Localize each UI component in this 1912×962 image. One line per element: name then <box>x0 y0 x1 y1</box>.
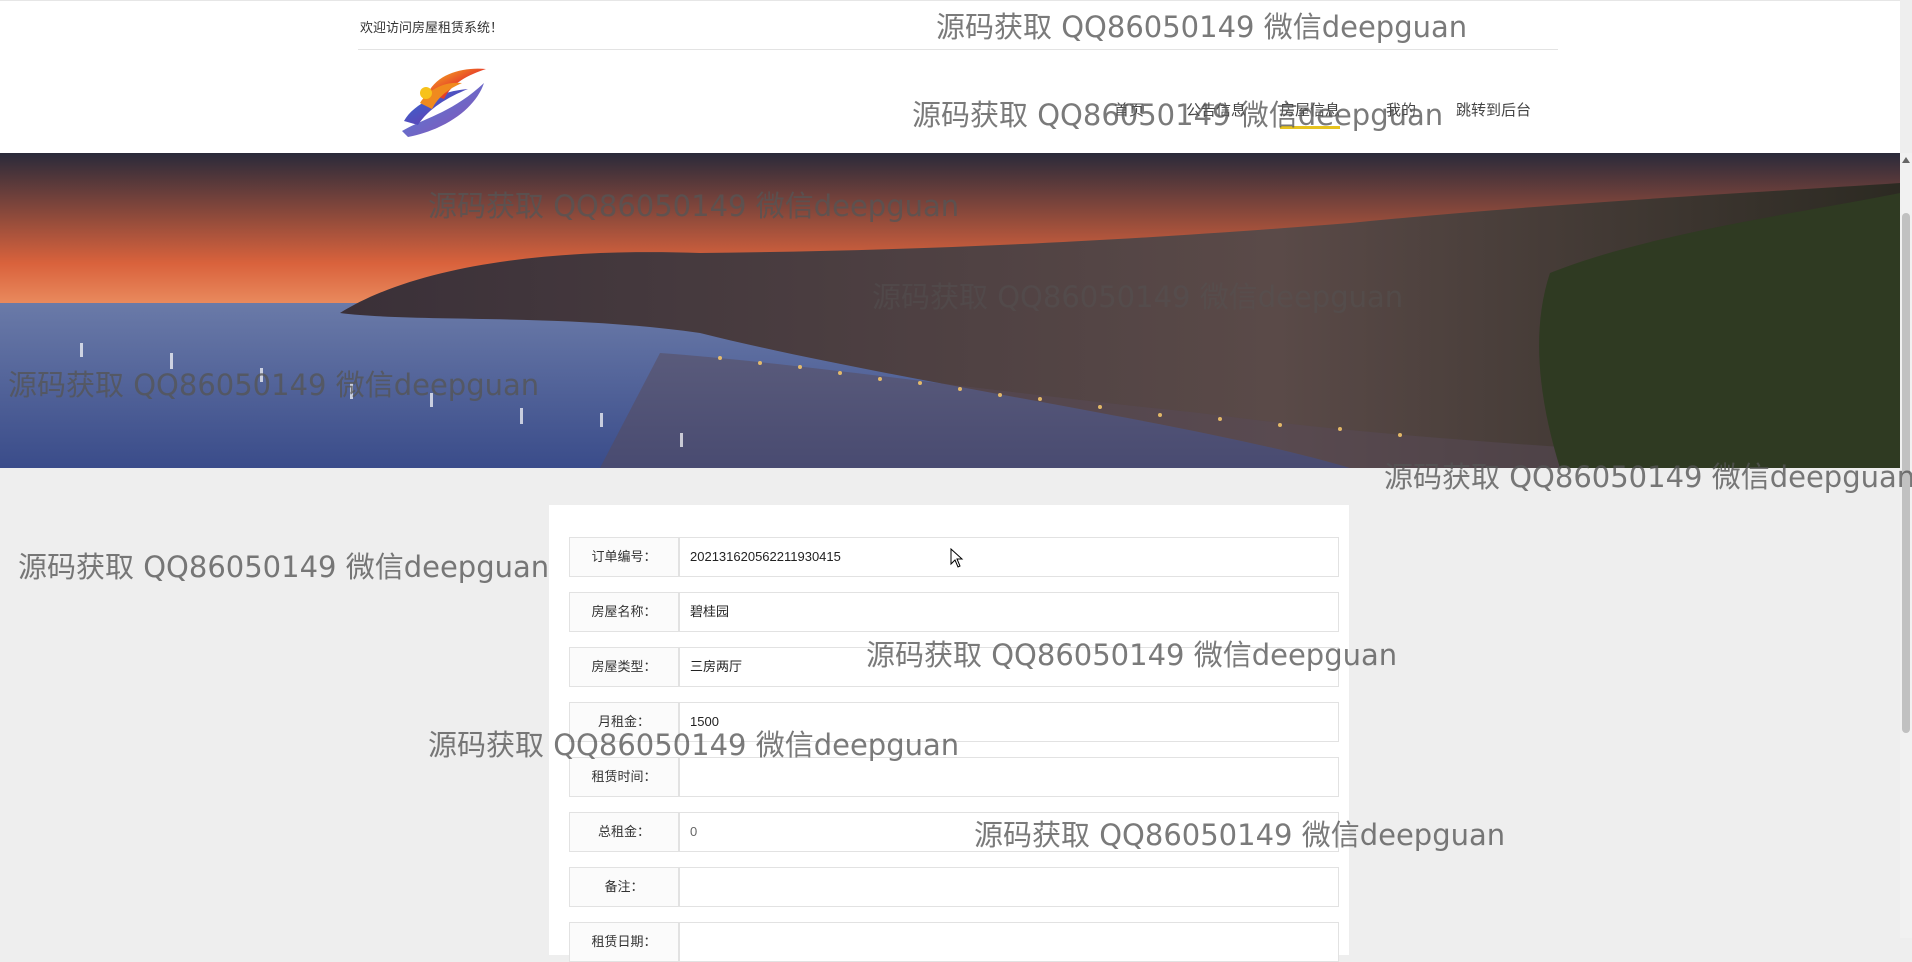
mouse-cursor-icon <box>950 548 964 568</box>
nav-home[interactable]: 首页 <box>1114 99 1144 126</box>
house-name-field[interactable]: 碧桂园 <box>679 592 1339 632</box>
rent-duration-field[interactable] <box>679 757 1339 797</box>
banner-image <box>0 153 1900 468</box>
nav-houses[interactable]: 房屋信息 <box>1280 99 1341 129</box>
welcome-text: 欢迎访问房屋租赁系统！ <box>360 20 504 35</box>
form-row-total-rent: 总租金： 0 <box>569 812 1339 852</box>
house-name-label: 房屋名称： <box>569 592 679 632</box>
watermark: 源码获取 QQ86050149 微信deepguan <box>18 550 550 584</box>
order-no-field[interactable]: 202131620562211930415 <box>679 537 1339 577</box>
form-row-order-no: 订单编号： 202131620562211930415 <box>569 537 1339 577</box>
remarks-label: 备注： <box>569 867 679 907</box>
form-row-monthly-rent: 月租金： 1500 <box>569 702 1339 742</box>
monthly-rent-field[interactable]: 1500 <box>679 702 1339 742</box>
form-row-house-name: 房屋名称： 碧桂园 <box>569 592 1339 632</box>
remarks-field[interactable] <box>679 867 1339 907</box>
rent-duration-label: 租赁时间： <box>569 757 679 797</box>
rent-date-label: 租赁日期： <box>569 922 679 962</box>
order-no-label: 订单编号： <box>569 537 679 577</box>
rent-date-field[interactable] <box>679 922 1339 962</box>
house-type-label: 房屋类型： <box>569 647 679 687</box>
site-header: 欢迎访问房屋租赁系统！ 首页 公告信息 房屋信息 我的 跳转到后台 <box>0 0 1900 154</box>
total-rent-label: 总租金： <box>569 812 679 852</box>
scrollbar-thumb[interactable] <box>1902 213 1910 733</box>
form-row-remarks: 备注： <box>569 867 1339 907</box>
hero-banner <box>0 153 1900 468</box>
order-form: 订单编号： 202131620562211930415 房屋名称： 碧桂园 房屋… <box>549 505 1349 962</box>
house-type-field[interactable]: 三房两厅 <box>679 647 1339 687</box>
header-divider <box>358 49 1558 50</box>
form-row-rent-duration: 租赁时间： <box>569 757 1339 797</box>
nav-notices[interactable]: 公告信息 <box>1186 99 1246 126</box>
nav-admin[interactable]: 跳转到后台 <box>1456 99 1531 126</box>
scroll-up-icon[interactable] <box>1902 157 1910 163</box>
page-scrollbar[interactable] <box>1900 153 1912 938</box>
monthly-rent-label: 月租金： <box>569 702 679 742</box>
form-row-rent-date: 租赁日期： <box>569 922 1339 962</box>
total-rent-field[interactable]: 0 <box>679 812 1339 852</box>
nav-mine[interactable]: 我的 <box>1386 99 1416 126</box>
site-logo[interactable] <box>398 63 490 139</box>
form-row-house-type: 房屋类型： 三房两厅 <box>569 647 1339 687</box>
